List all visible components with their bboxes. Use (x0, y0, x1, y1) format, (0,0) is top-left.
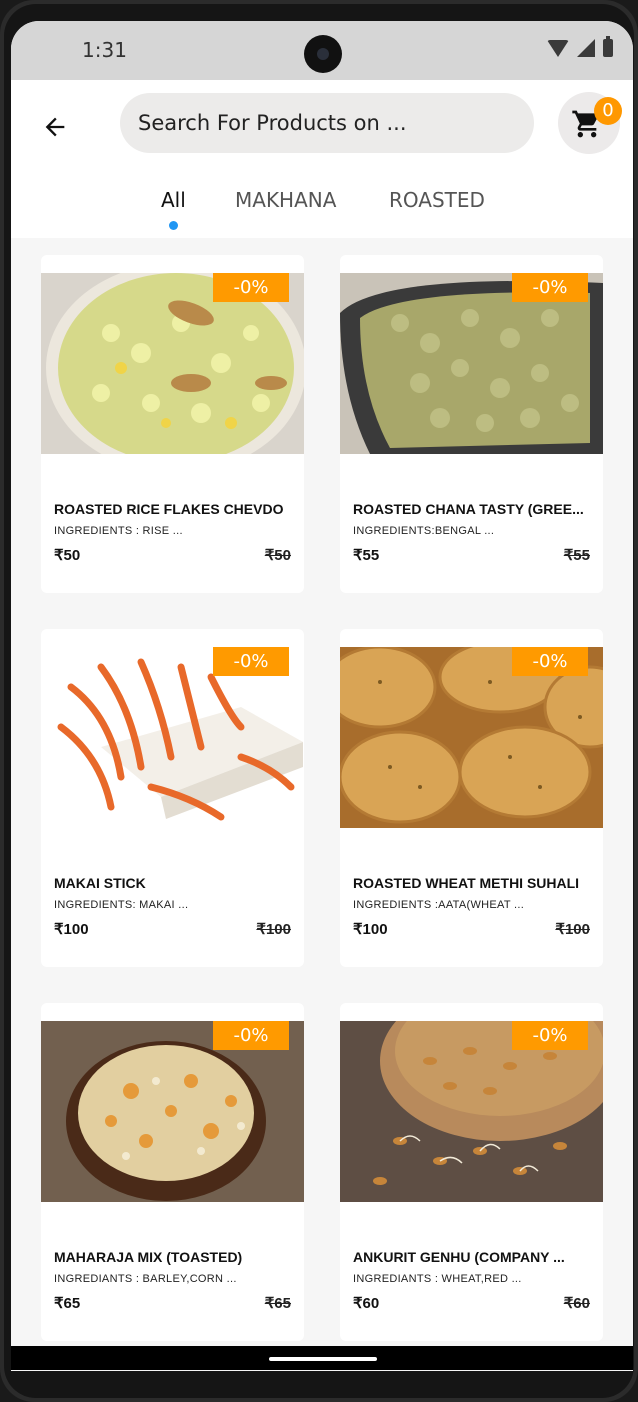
home-indicator[interactable] (269, 1357, 377, 1361)
status-icons (547, 36, 613, 57)
product-image: -0% (340, 647, 603, 828)
product-price: ₹50 (54, 547, 81, 564)
back-button[interactable] (37, 109, 73, 145)
discount-badge: -0% (213, 647, 289, 676)
product-mrp: ₹65 (264, 1295, 291, 1312)
product-mrp: ₹55 (563, 547, 590, 564)
discount-badge: -0% (512, 273, 588, 302)
product-image: -0% (41, 273, 304, 454)
discount-badge: -0% (213, 1021, 289, 1050)
product-price: ₹60 (353, 1295, 380, 1312)
product-image: -0% (41, 647, 304, 828)
product-card[interactable]: -0% ROASTED RICE FLAKES CHEVDO INGREDIEN… (41, 255, 304, 593)
product-title: MAHARAJA MIX (TOASTED) (54, 1249, 243, 1265)
product-ingredients: INGREDIENTS: MAKAI ... (54, 899, 189, 911)
app-screen: 1:31 0 All MAKHANA ROASTED (11, 21, 633, 1371)
product-title: ROASTED WHEAT METHI SUHALI (353, 875, 580, 891)
product-mrp: ₹60 (563, 1295, 590, 1312)
cart-count-badge: 0 (594, 97, 622, 125)
search-input[interactable] (138, 106, 518, 140)
product-image: -0% (340, 1021, 603, 1202)
front-camera (304, 35, 342, 73)
tab-roasted[interactable]: ROASTED (389, 188, 485, 212)
app-header: 0 All MAKHANA ROASTED (11, 80, 633, 238)
product-mrp: ₹100 (256, 921, 291, 938)
status-time: 1:31 (82, 38, 127, 62)
cart-button[interactable]: 0 (558, 92, 622, 154)
product-card[interactable]: -0% MAHARAJA MIX (TOASTED) INGREDIANTS :… (41, 1003, 304, 1341)
arrow-left-icon (45, 117, 65, 137)
wifi-icon (547, 39, 569, 57)
search-bar[interactable] (120, 93, 534, 153)
product-title: ROASTED CHANA TASTY (GREE... (353, 501, 584, 517)
product-title: ROASTED RICE FLAKES CHEVDO (54, 501, 284, 517)
product-ingredients: INGREDIENTS : RISE ... (54, 525, 183, 537)
battery-icon (603, 36, 613, 57)
product-price: ₹100 (54, 921, 89, 938)
product-price: ₹65 (54, 1295, 81, 1312)
product-image: -0% (41, 1021, 304, 1202)
product-grid: -0% ROASTED RICE FLAKES CHEVDO INGREDIEN… (11, 238, 633, 1371)
product-mrp: ₹50 (264, 547, 291, 564)
discount-badge: -0% (512, 1021, 588, 1050)
product-image: -0% (340, 273, 603, 454)
product-title: MAKAI STICK (54, 875, 146, 891)
category-tabs: All MAKHANA ROASTED (11, 188, 633, 228)
product-ingredients: INGREDIENTS:BENGAL ... (353, 525, 495, 537)
product-card[interactable]: -0% ANKURIT GENHU (COMPANY ... INGREDIAN… (340, 1003, 603, 1341)
product-mrp: ₹100 (555, 921, 590, 938)
product-price: ₹55 (353, 547, 380, 564)
active-tab-indicator (169, 221, 178, 230)
signal-icon (577, 39, 595, 57)
discount-badge: -0% (213, 273, 289, 302)
product-ingredients: INGREDIANTS : WHEAT,RED ... (353, 1273, 522, 1285)
product-price: ₹100 (353, 921, 388, 938)
product-ingredients: INGREDIENTS :AATA(WHEAT ... (353, 899, 525, 911)
status-bar: 1:31 (11, 21, 633, 80)
product-card[interactable]: -0% ROASTED WHEAT METHI SUHALI INGREDIEN… (340, 629, 603, 967)
product-ingredients: INGREDIANTS : BARLEY,CORN ... (54, 1273, 237, 1285)
product-title: ANKURIT GENHU (COMPANY ... (353, 1249, 565, 1265)
discount-badge: -0% (512, 647, 588, 676)
product-card[interactable]: -0% MAKAI STICK INGREDIENTS: MAKAI ... ₹… (41, 629, 304, 967)
navigation-bar (11, 1346, 633, 1370)
product-card[interactable]: -0% ROASTED CHANA TASTY (GREE... INGREDI… (340, 255, 603, 593)
tab-all[interactable]: All (161, 188, 186, 212)
tab-makhana[interactable]: MAKHANA (235, 188, 336, 212)
